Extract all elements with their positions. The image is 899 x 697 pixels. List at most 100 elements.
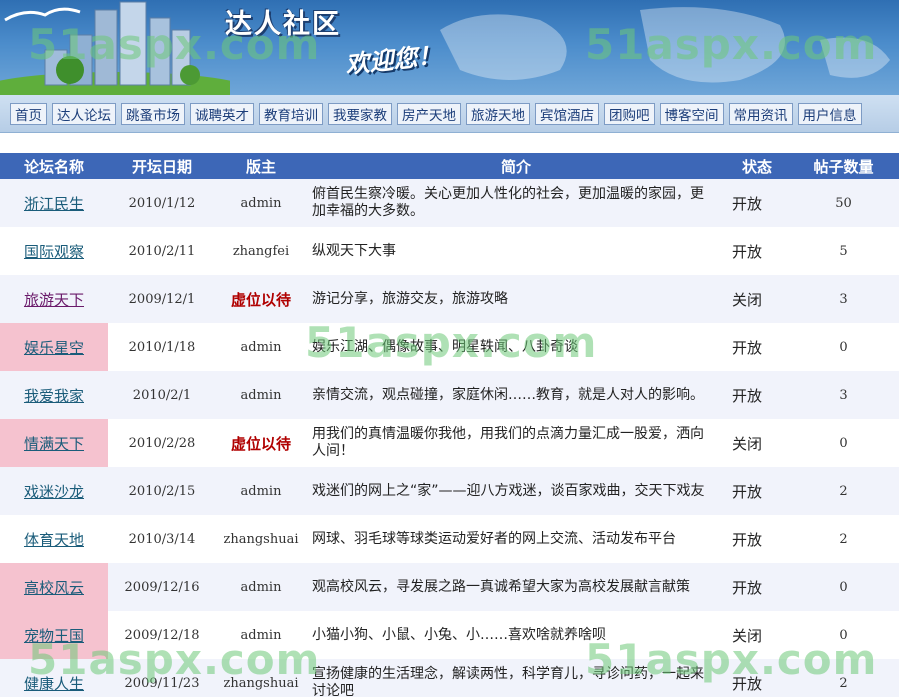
forum-date: 2009/12/18 [124, 627, 200, 643]
table-row: 我爱我家 2010/2/1 admin 亲情交流，观点碰撞，家庭休闲……教育，就… [0, 371, 899, 419]
forum-moderator: admin [240, 579, 282, 595]
forum-moderator: admin [240, 339, 282, 355]
forum-status: 开放 [732, 242, 763, 261]
table-row: 戏迷沙龙 2010/2/15 admin 戏迷们的网上之“家”——迎八方戏迷，谈… [0, 467, 899, 515]
forum-status: 开放 [732, 386, 763, 405]
nav-info[interactable]: 常用资讯 [728, 102, 793, 125]
table-row: 健康人生 2009/11/23 zhangshuai 宣扬健康的生活理念，解读两… [0, 659, 899, 697]
forum-intro: 小猫小狗、小鼠、小兔、小……喜欢啥就养啥呗 [312, 626, 606, 643]
nav-education[interactable]: 教育培训 [259, 102, 323, 125]
forum-post-count: 3 [839, 291, 848, 307]
nav-forum[interactable]: 达人论坛 [52, 102, 116, 125]
forum-link[interactable]: 娱乐星空 [24, 339, 84, 357]
forum-date: 2010/2/28 [128, 435, 196, 451]
forum-name-cell: 宠物王国 [0, 611, 108, 659]
forum-name-cell: 娱乐星空 [0, 323, 108, 371]
forum-post-count: 0 [839, 435, 848, 451]
forum-date: 2010/2/15 [128, 483, 196, 499]
forum-link[interactable]: 旅游天下 [24, 291, 84, 309]
forum-link[interactable]: 宠物王国 [24, 627, 84, 645]
forum-post-count: 0 [839, 627, 848, 643]
table-row: 宠物王国 2009/12/18 admin 小猫小狗、小鼠、小兔、小……喜欢啥就… [0, 611, 899, 659]
forum-status: 关闭 [732, 290, 763, 309]
forum-status: 开放 [732, 530, 763, 549]
forum-name-cell: 我爱我家 [0, 371, 108, 419]
table-row: 旅游天下 2009/12/1 虚位以待 游记分享，旅游交友，旅游攻略 关闭 3 [0, 275, 899, 323]
forum-status: 开放 [732, 482, 763, 501]
forum-name-cell: 情满天下 [0, 419, 108, 467]
forum-name-cell: 高校风云 [0, 563, 108, 611]
forum-link[interactable]: 健康人生 [24, 675, 84, 693]
forum-status: 开放 [732, 674, 763, 693]
nav-home[interactable]: 首页 [10, 102, 47, 125]
nav-realestate[interactable]: 房产天地 [397, 102, 461, 125]
nav-groupbuy[interactable]: 团购吧 [604, 102, 655, 125]
forum-moderator: 虚位以待 [230, 290, 291, 309]
forum-link[interactable]: 浙江民生 [24, 195, 84, 213]
table-row: 浙江民生 2010/1/12 admin 俯首民生察冷暖。关心更加人性化的社会，… [0, 179, 899, 227]
forum-intro: 娱乐江湖、偶像故事、明星轶闻、八卦奇谈 [312, 338, 578, 355]
forum-intro: 网球、羽毛球等球类运动爱好者的网上交流、活动发布平台 [312, 530, 676, 547]
forum-post-count: 3 [839, 387, 848, 403]
nav-flea-market[interactable]: 跳蚤市场 [121, 102, 185, 125]
col-header-posts[interactable]: 帖子数量 [788, 153, 899, 179]
banner: 达人社区 欢迎您！ 51aspx.com 51aspx.com [0, 0, 899, 95]
forum-post-count: 5 [839, 243, 848, 259]
forum-link[interactable]: 我爱我家 [24, 387, 84, 405]
forum-date: 2010/2/11 [128, 243, 196, 259]
forum-name-cell: 体育天地 [0, 515, 108, 563]
nav-bar: 首页 达人论坛 跳蚤市场 诚聘英才 教育培训 我要家教 房产天地 旅游天地 宾馆… [0, 95, 899, 133]
forum-link[interactable]: 戏迷沙龙 [24, 483, 84, 501]
forum-name-cell: 浙江民生 [0, 179, 108, 227]
forum-date: 2009/12/16 [124, 579, 200, 595]
table-row: 高校风云 2009/12/16 admin 观高校风云，寻发展之路一真诚希望大家… [0, 563, 899, 611]
forum-intro: 俯首民生察冷暖。关心更加人性化的社会，更加温暖的家园，更加幸福的大多数。 [312, 186, 704, 219]
forum-status: 开放 [732, 578, 763, 597]
forum-moderator: 虚位以待 [230, 434, 291, 453]
forum-post-count: 0 [839, 339, 848, 355]
forum-moderator: admin [240, 483, 282, 499]
col-header-name[interactable]: 论坛名称 [0, 153, 108, 179]
forum-post-count: 2 [839, 483, 848, 499]
forum-link[interactable]: 高校风云 [24, 579, 84, 597]
forum-link[interactable]: 情满天下 [24, 435, 84, 453]
forum-post-count: 50 [835, 195, 852, 211]
forum-status: 开放 [732, 194, 763, 213]
nav-jobs[interactable]: 诚聘英才 [190, 102, 254, 125]
forum-date: 2009/11/23 [124, 675, 200, 691]
nav-tutor[interactable]: 我要家教 [328, 102, 392, 125]
forum-post-count: 2 [839, 675, 848, 691]
forum-date: 2010/3/14 [128, 531, 196, 547]
watermark: 51aspx.com [585, 20, 878, 69]
table-row: 情满天下 2010/2/28 虚位以待 用我们的真情温暖你我他，用我们的点滴力量… [0, 419, 899, 467]
forum-moderator: admin [240, 627, 282, 643]
forum-date: 2009/12/1 [128, 291, 196, 307]
forum-intro: 观高校风云，寻发展之路一真诚希望大家为高校发展献言献策 [312, 578, 690, 595]
forum-link[interactable]: 体育天地 [24, 531, 84, 549]
forum-status: 关闭 [732, 626, 763, 645]
table-row: 体育天地 2010/3/14 zhangshuai 网球、羽毛球等球类运动爱好者… [0, 515, 899, 563]
forum-intro: 游记分享，旅游交友，旅游攻略 [312, 290, 508, 307]
forum-link[interactable]: 国际观察 [24, 243, 84, 261]
forum-moderator: zhangshuai [223, 531, 299, 547]
nav-user-info[interactable]: 用户信息 [797, 102, 862, 125]
col-header-status[interactable]: 状态 [726, 153, 788, 179]
nav-hotels[interactable]: 宾馆酒店 [535, 102, 599, 125]
forum-date: 2010/1/12 [128, 195, 196, 211]
forum-moderator: admin [240, 387, 282, 403]
table-row: 国际观察 2010/2/11 zhangfei 纵观天下大事 开放 5 [0, 227, 899, 275]
col-header-date[interactable]: 开坛日期 [108, 153, 216, 179]
table-row: 娱乐星空 2010/1/18 admin 娱乐江湖、偶像故事、明星轶闻、八卦奇谈… [0, 323, 899, 371]
nav-travel[interactable]: 旅游天地 [466, 102, 530, 125]
nav-blog[interactable]: 博客空间 [659, 102, 724, 125]
forum-intro: 用我们的真情温暖你我他，用我们的点滴力量汇成一股爱，洒向人间！ [312, 426, 704, 459]
col-header-intro[interactable]: 简介 [306, 153, 726, 179]
watermark: 51aspx.com [28, 20, 321, 69]
forum-intro: 戏迷们的网上之“家”——迎八方戏迷，谈百家戏曲，交天下戏友 [312, 482, 705, 499]
forum-table: 论坛名称 开坛日期 版主 简介 状态 帖子数量 浙江民生 2010/1/12 a… [0, 153, 899, 697]
forum-status: 关闭 [732, 434, 763, 453]
forum-date: 2010/1/18 [128, 339, 196, 355]
forum-intro: 亲情交流，观点碰撞，家庭休闲……教育，就是人对人的影响。 [312, 386, 704, 403]
col-header-moderator[interactable]: 版主 [216, 153, 306, 179]
